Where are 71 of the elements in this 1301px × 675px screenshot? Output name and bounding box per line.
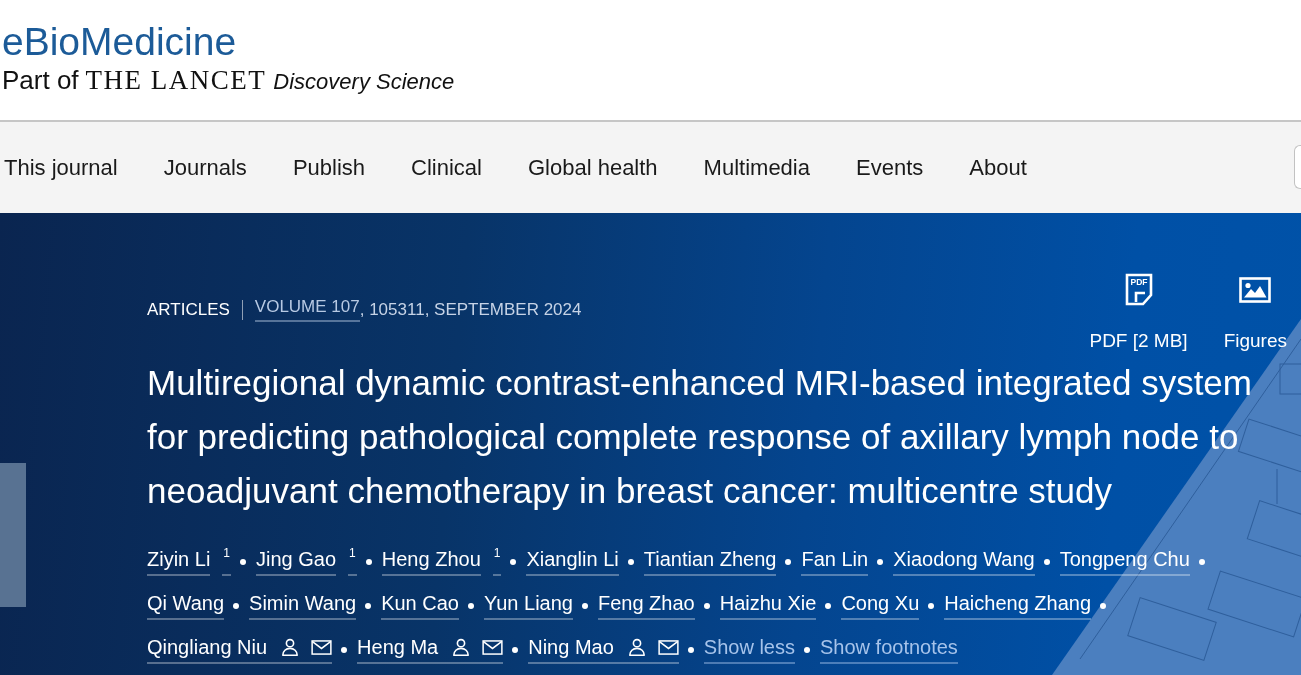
author-link[interactable]: Qingliang Niu	[147, 635, 333, 664]
nav-menu-item[interactable]: Events	[856, 154, 924, 181]
separator-dot-icon	[1198, 559, 1205, 565]
separator-dot-icon	[825, 603, 832, 609]
separator-dot-icon	[703, 603, 710, 609]
separator-dot-icon	[512, 647, 519, 653]
separator-dot-icon	[233, 603, 240, 609]
separator-dot-icon	[928, 603, 935, 609]
discovery-science-wordmark: Discovery Science	[273, 68, 455, 96]
footnote-link[interactable]: 1	[348, 547, 357, 576]
separator-dot-icon	[581, 603, 588, 609]
person-icon[interactable]	[452, 638, 471, 656]
separator-dot-icon	[341, 647, 348, 653]
author-link[interactable]: Feng Zhao	[597, 591, 695, 620]
author-link[interactable]: Qi Wang	[147, 591, 225, 620]
author-link[interactable]: Jing Gao	[256, 547, 337, 576]
nav-menu-item[interactable]: Global health	[527, 154, 658, 181]
separator-dot-icon	[240, 559, 247, 565]
separator-dot-icon	[365, 603, 372, 609]
nav-menu-item[interactable]: Journals	[163, 154, 247, 181]
issue-details: , 105311, SEPTEMBER 2024	[359, 299, 582, 320]
author-link[interactable]: Haicheng Zhang	[944, 591, 1092, 620]
author-link[interactable]: Xiaodong Wang	[893, 547, 1035, 576]
volume-link[interactable]: VOLUME 107	[254, 297, 360, 322]
pdf-file-icon[interactable]: PDF	[1124, 272, 1153, 306]
journal-logo[interactable]: eBioMedicine	[2, 20, 237, 64]
person-icon[interactable]	[281, 638, 300, 656]
lancet-wordmark: THE LANCET	[85, 65, 267, 95]
separator-dot-icon	[1100, 603, 1107, 609]
author-link[interactable]: Fan Lin	[801, 547, 869, 576]
article-type-label: ARTICLES	[147, 299, 230, 320]
separator-dot-icon	[804, 647, 810, 653]
separator-dot-icon	[1043, 559, 1050, 565]
mail-icon[interactable]	[657, 639, 679, 655]
author-link[interactable]: Xianglin Li	[526, 547, 619, 576]
nav-menu-item[interactable]: Publish	[292, 154, 366, 181]
separator-dot-icon	[877, 559, 884, 565]
footnote-link[interactable]: 1	[492, 547, 502, 576]
author-link[interactable]: Tongpeng Chu	[1059, 547, 1190, 576]
separator-dot-icon	[510, 559, 517, 565]
mail-icon[interactable]	[482, 639, 504, 655]
figures-link[interactable]: Figures	[1223, 271, 1287, 352]
footnote-link[interactable]: 1	[222, 547, 232, 576]
separator-dot-icon	[365, 559, 372, 565]
separator-dot-icon	[627, 559, 634, 565]
image-icon[interactable]	[1239, 276, 1272, 303]
author-link[interactable]: Simin Wang	[249, 591, 357, 620]
nav-menu-item[interactable]: Multimedia	[703, 154, 810, 181]
search-field[interactable]	[1294, 144, 1301, 189]
show-footnotes-link[interactable]: Show footnotes	[820, 635, 958, 664]
nav-menu-item[interactable]: Clinical	[411, 154, 482, 181]
separator-dot-icon	[785, 559, 792, 565]
nav-menu-item[interactable]: This journal	[4, 154, 118, 181]
author-link[interactable]: Heng Zhou	[381, 547, 481, 576]
person-icon[interactable]	[627, 638, 646, 656]
article-title: Multiregional dynamic contrast-enhanced MRI-based integrated system for predicting pathological complete response of axillary lymph node to neoadjuvant chemotherapy in breast cancer: multicentre study	[147, 362, 1253, 512]
author-link[interactable]: Yun Liang	[484, 591, 573, 620]
publisher-tagline: Part of	[2, 65, 79, 95]
separator-dot-icon	[687, 647, 694, 653]
author-link[interactable]: Kun Cao	[381, 591, 459, 620]
author-link[interactable]: Ziyin Li	[147, 547, 211, 576]
pdf-download-link[interactable]: PDF PDF [2 MB]	[1089, 271, 1188, 352]
author-link[interactable]: Cong Xu	[841, 591, 920, 620]
author-link[interactable]: Tiantian Zheng	[643, 547, 777, 576]
nav-menu-item[interactable]: About	[969, 154, 1027, 181]
mail-icon[interactable]	[311, 639, 333, 655]
author-link[interactable]: Heng Ma	[357, 635, 504, 664]
show-less-link[interactable]: Show less	[703, 635, 795, 664]
separator-dot-icon	[468, 603, 474, 609]
author-link[interactable]: Ning Mao	[528, 635, 679, 664]
author-link[interactable]: Haizhu Xie	[719, 591, 817, 620]
